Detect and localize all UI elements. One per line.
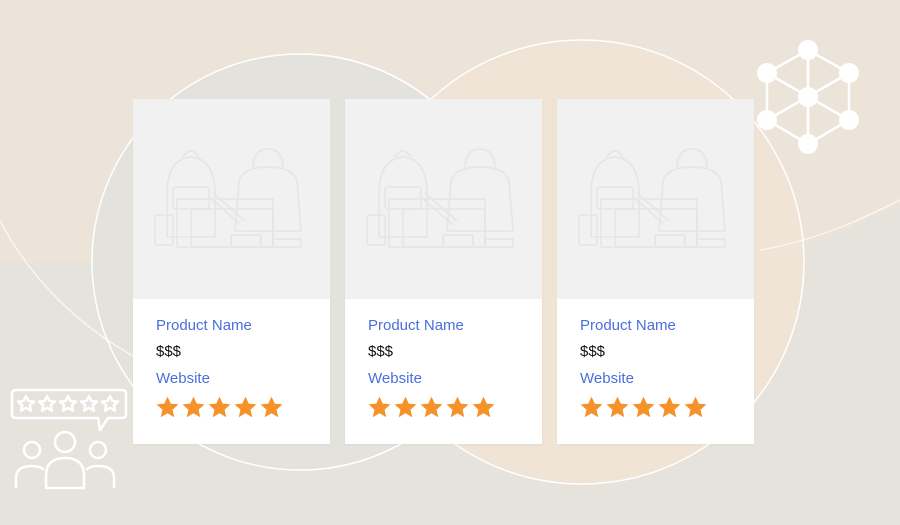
star-icon <box>368 396 391 418</box>
star-icon <box>234 396 257 418</box>
customer-reviews-icon <box>10 388 128 490</box>
star-icon <box>472 396 495 418</box>
star-icon <box>632 396 655 418</box>
product-name-link[interactable]: Product Name <box>580 317 676 334</box>
network-hub-icon <box>757 40 859 154</box>
bags-placeholder-icon <box>366 148 514 248</box>
star-icon <box>260 396 283 418</box>
product-card[interactable]: Product Name $$$ Website <box>133 99 330 444</box>
product-image <box>345 99 542 299</box>
product-card[interactable]: Product Name $$$ Website <box>557 99 754 444</box>
star-rating <box>367 395 496 421</box>
star-icon <box>580 396 603 418</box>
product-name-link[interactable]: Product Name <box>156 317 252 334</box>
star-icon <box>182 396 205 418</box>
product-name-link[interactable]: Product Name <box>368 317 464 334</box>
star-icon <box>446 396 469 418</box>
website-link[interactable]: Website <box>580 370 634 387</box>
website-link[interactable]: Website <box>156 370 210 387</box>
product-image <box>133 99 330 299</box>
star-rating <box>155 395 284 421</box>
star-icon <box>420 396 443 418</box>
product-price: $$$ <box>580 343 606 360</box>
star-icon <box>394 396 417 418</box>
product-price: $$$ <box>156 343 182 360</box>
star-icon <box>606 396 629 418</box>
website-link[interactable]: Website <box>368 370 422 387</box>
star-icon <box>156 396 179 418</box>
star-rating <box>579 395 708 421</box>
star-icon <box>684 396 707 418</box>
star-icon <box>658 396 681 418</box>
product-price: $$$ <box>368 343 394 360</box>
star-icon <box>208 396 231 418</box>
bags-placeholder-icon <box>154 148 302 248</box>
product-image <box>557 99 754 299</box>
product-card[interactable]: Product Name $$$ Website <box>345 99 542 444</box>
bags-placeholder-icon <box>578 148 726 248</box>
